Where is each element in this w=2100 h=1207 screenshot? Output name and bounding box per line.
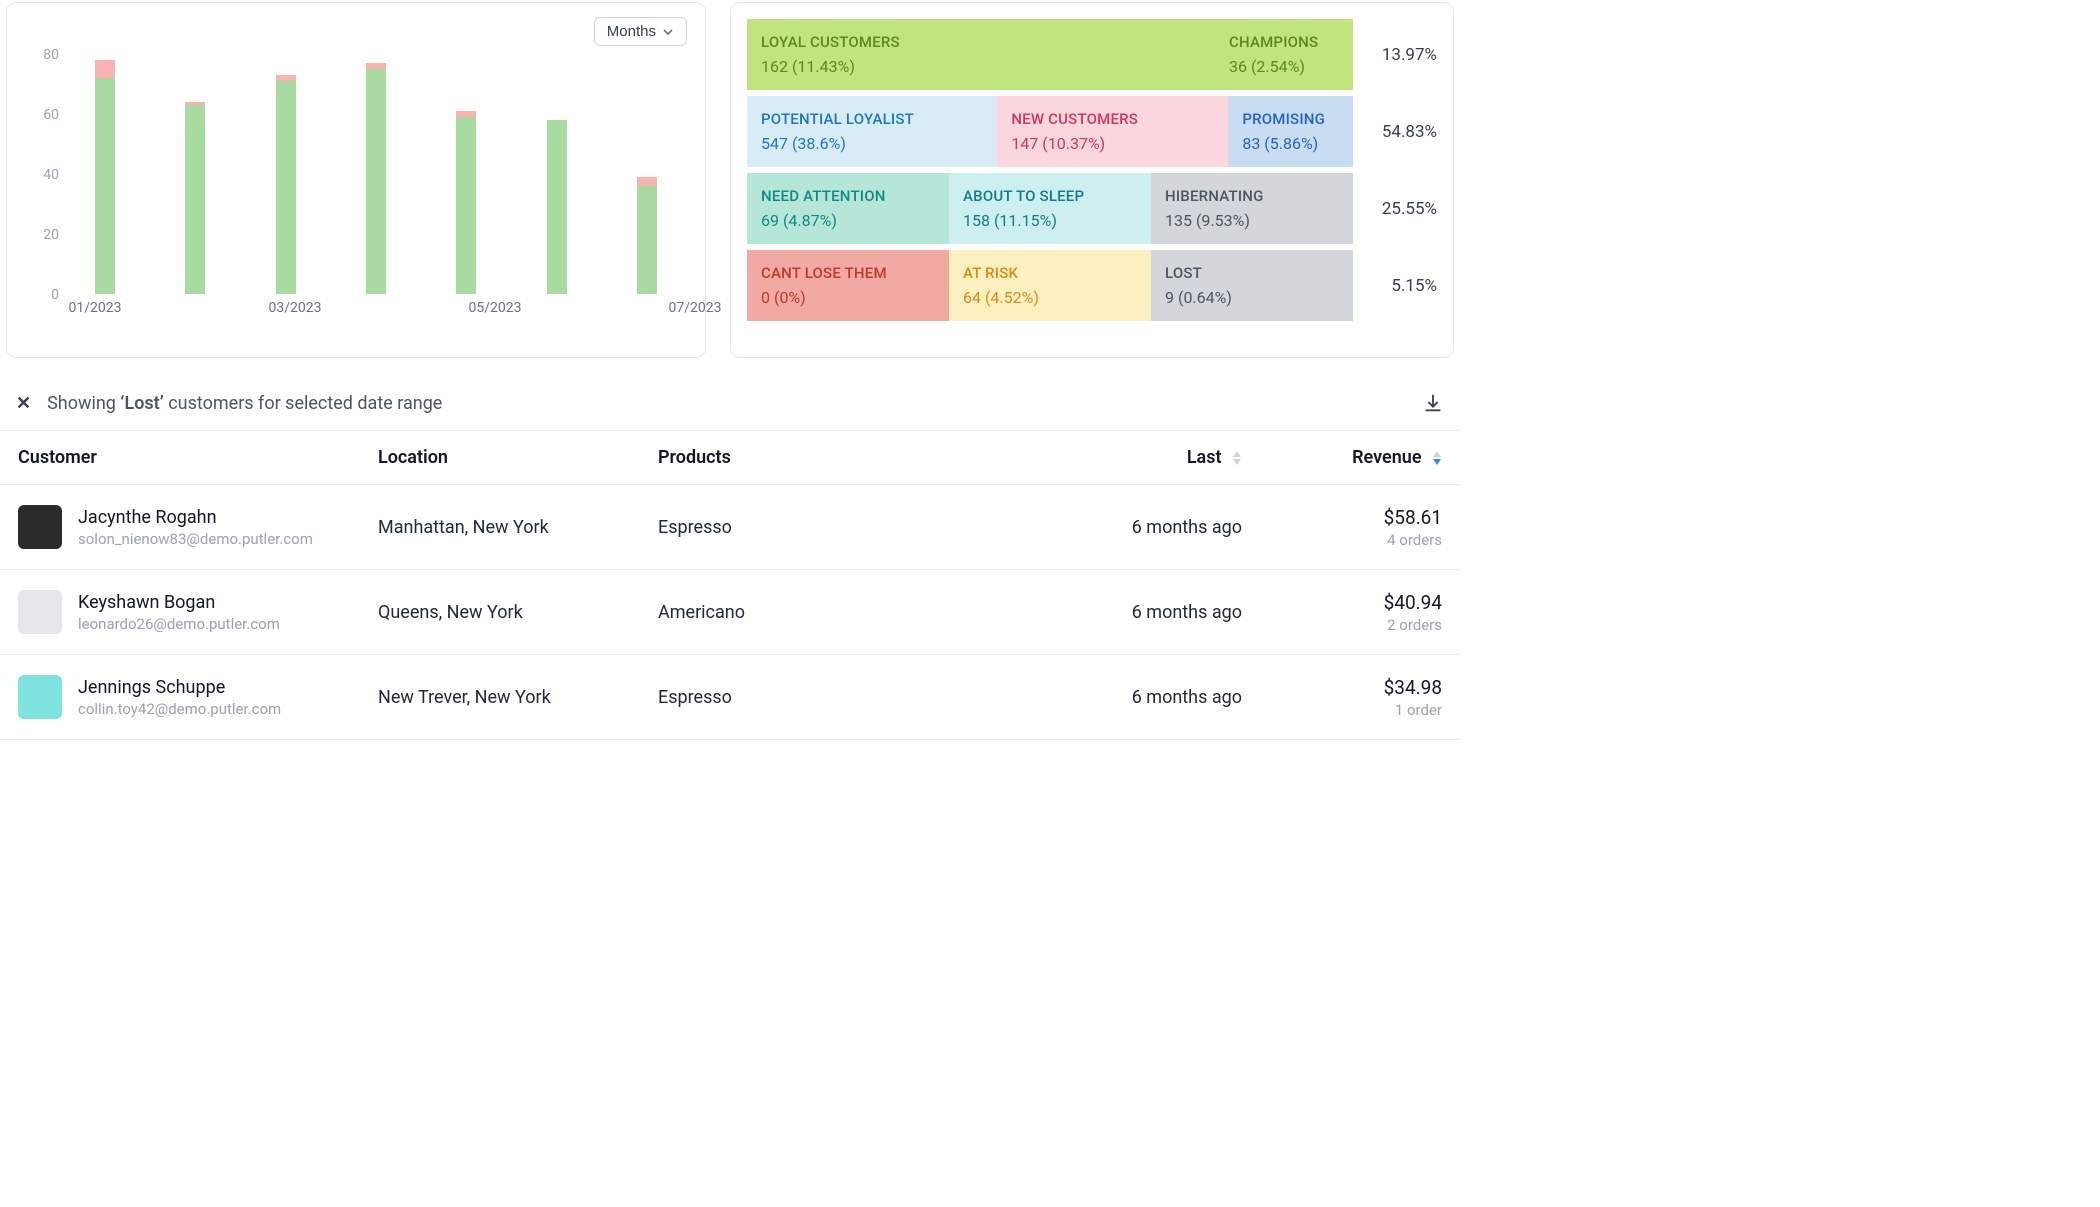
cell-location: Queens, New York	[360, 570, 640, 655]
table-row[interactable]: Keyshawn Bogan leonardo26@demo.putler.com…	[0, 570, 1460, 655]
col-location[interactable]: Location	[360, 431, 640, 485]
segment-title: POTENTIAL LOYALIST	[761, 110, 983, 128]
x-tick-label: 03/2023	[269, 300, 322, 316]
segment-value: 83 (5.86%)	[1242, 134, 1339, 153]
y-tick-label: 0	[29, 287, 59, 303]
x-tick-label: 01/2023	[69, 300, 122, 316]
customers-table: Customer Location Products Last Revenue …	[0, 430, 1460, 740]
segment-tile[interactable]: LOST 9 (0.64%)	[1151, 250, 1353, 321]
bar[interactable]	[637, 54, 657, 294]
download-icon[interactable]	[1422, 392, 1444, 414]
col-products[interactable]: Products	[640, 431, 1050, 485]
y-tick-label: 20	[29, 227, 59, 243]
cell-orders: 1 order	[1278, 701, 1442, 719]
segment-title: NEW CUSTOMERS	[1011, 110, 1214, 128]
bar[interactable]	[185, 54, 205, 294]
customer-name: Keyshawn Bogan	[78, 592, 280, 613]
cell-last: 6 months ago	[1050, 655, 1260, 740]
cell-last: 6 months ago	[1050, 570, 1260, 655]
avatar	[18, 590, 62, 634]
avatar	[18, 505, 62, 549]
customer-email: collin.toy42@demo.putler.com	[78, 700, 281, 718]
customer-email: leonardo26@demo.putler.com	[78, 615, 280, 633]
segment-row-percent: 25.55%	[1353, 173, 1437, 244]
segment-title: NEED ATTENTION	[761, 187, 935, 205]
col-last[interactable]: Last	[1050, 431, 1260, 485]
customer-name: Jennings Schuppe	[78, 677, 281, 698]
segment-value: 64 (4.52%)	[963, 288, 1137, 307]
col-revenue[interactable]: Revenue	[1260, 431, 1460, 485]
cell-location: Manhattan, New York	[360, 485, 640, 570]
segment-tile[interactable]: NEED ATTENTION 69 (4.87%)	[747, 173, 949, 244]
table-row[interactable]: Jennings Schuppe collin.toy42@demo.putler…	[0, 655, 1460, 740]
segment-tile[interactable]: POTENTIAL LOYALIST 547 (38.6%)	[747, 96, 997, 167]
cell-products: Espresso	[640, 485, 1050, 570]
segment-value: 547 (38.6%)	[761, 134, 983, 153]
bar[interactable]	[366, 54, 386, 294]
close-icon[interactable]: ✕	[16, 393, 31, 414]
segment-title: HIBERNATING	[1165, 187, 1339, 205]
segment-title: LOST	[1165, 264, 1339, 282]
chart-card: Months 020406080 01/202303/202305/202307…	[6, 2, 706, 358]
cell-revenue: $40.94	[1278, 591, 1442, 614]
x-tick-label: 07/2023	[669, 300, 722, 316]
segment-value: 158 (11.15%)	[963, 211, 1137, 230]
avatar	[18, 675, 62, 719]
bar[interactable]	[276, 54, 296, 294]
segment-value: 69 (4.87%)	[761, 211, 935, 230]
segment-tile[interactable]: CHAMPIONS 36 (2.54%)	[1215, 19, 1353, 90]
segment-tile[interactable]: LOYAL CUSTOMERS 162 (11.43%)	[747, 19, 1215, 90]
customer-name: Jacynthe Rogahn	[78, 507, 313, 528]
cell-orders: 2 orders	[1278, 616, 1442, 634]
segment-row-percent: 54.83%	[1353, 96, 1437, 167]
bar-chart: 020406080 01/202303/202305/202307/2023	[25, 54, 687, 324]
segment-tile[interactable]: AT RISK 64 (4.52%)	[949, 250, 1151, 321]
segment-title: AT RISK	[963, 264, 1137, 282]
cell-orders: 4 orders	[1278, 531, 1442, 549]
segment-row-percent: 5.15%	[1353, 250, 1437, 321]
segment-title: CANT LOSE THEM	[761, 264, 935, 282]
segment-tile[interactable]: CANT LOSE THEM 0 (0%)	[747, 250, 949, 321]
segment-value: 162 (11.43%)	[761, 57, 1201, 76]
sort-icon-active	[1432, 451, 1442, 465]
bar[interactable]	[95, 54, 115, 294]
col-customer[interactable]: Customer	[0, 431, 360, 485]
y-tick-label: 60	[29, 107, 59, 123]
segments-card: LOYAL CUSTOMERS 162 (11.43%) CHAMPIONS 36 (…	[730, 2, 1454, 358]
y-tick-label: 80	[29, 47, 59, 63]
customer-email: solon_nienow83@demo.putler.com	[78, 530, 313, 548]
segment-row-percent: 13.97%	[1353, 19, 1437, 90]
cell-products: Espresso	[640, 655, 1050, 740]
segment-tile[interactable]: HIBERNATING 135 (9.53%)	[1151, 173, 1353, 244]
x-tick-label: 05/2023	[469, 300, 522, 316]
segment-title: PROMISING	[1242, 110, 1339, 128]
sort-icon	[1232, 451, 1242, 465]
table-row[interactable]: Jacynthe Rogahn solon_nienow83@demo.putle…	[0, 485, 1460, 570]
segment-tile[interactable]: NEW CUSTOMERS 147 (10.37%)	[997, 96, 1228, 167]
cell-revenue: $58.61	[1278, 506, 1442, 529]
cell-products: Americano	[640, 570, 1050, 655]
bar[interactable]	[547, 54, 567, 294]
period-selector[interactable]: Months	[594, 17, 687, 46]
cell-revenue: $34.98	[1278, 676, 1442, 699]
cell-last: 6 months ago	[1050, 485, 1260, 570]
cell-location: New Trever, New York	[360, 655, 640, 740]
segment-value: 135 (9.53%)	[1165, 211, 1339, 230]
segment-title: LOYAL CUSTOMERS	[761, 33, 1201, 51]
segment-value: 0 (0%)	[761, 288, 935, 307]
filter-text: Showing ‘Lost’ customers for selected da…	[47, 393, 442, 414]
segment-title: CHAMPIONS	[1229, 33, 1339, 51]
segment-value: 36 (2.54%)	[1229, 57, 1339, 76]
segment-value: 9 (0.64%)	[1165, 288, 1339, 307]
period-selector-label: Months	[607, 23, 656, 40]
segment-tile[interactable]: PROMISING 83 (5.86%)	[1228, 96, 1353, 167]
filter-banner: ✕ Showing ‘Lost’ customers for selected …	[0, 358, 1460, 430]
bar[interactable]	[456, 54, 476, 294]
segment-tile[interactable]: ABOUT TO SLEEP 158 (11.15%)	[949, 173, 1151, 244]
y-tick-label: 40	[29, 167, 59, 183]
chevron-down-icon	[662, 26, 674, 38]
segment-value: 147 (10.37%)	[1011, 134, 1214, 153]
segment-title: ABOUT TO SLEEP	[963, 187, 1137, 205]
